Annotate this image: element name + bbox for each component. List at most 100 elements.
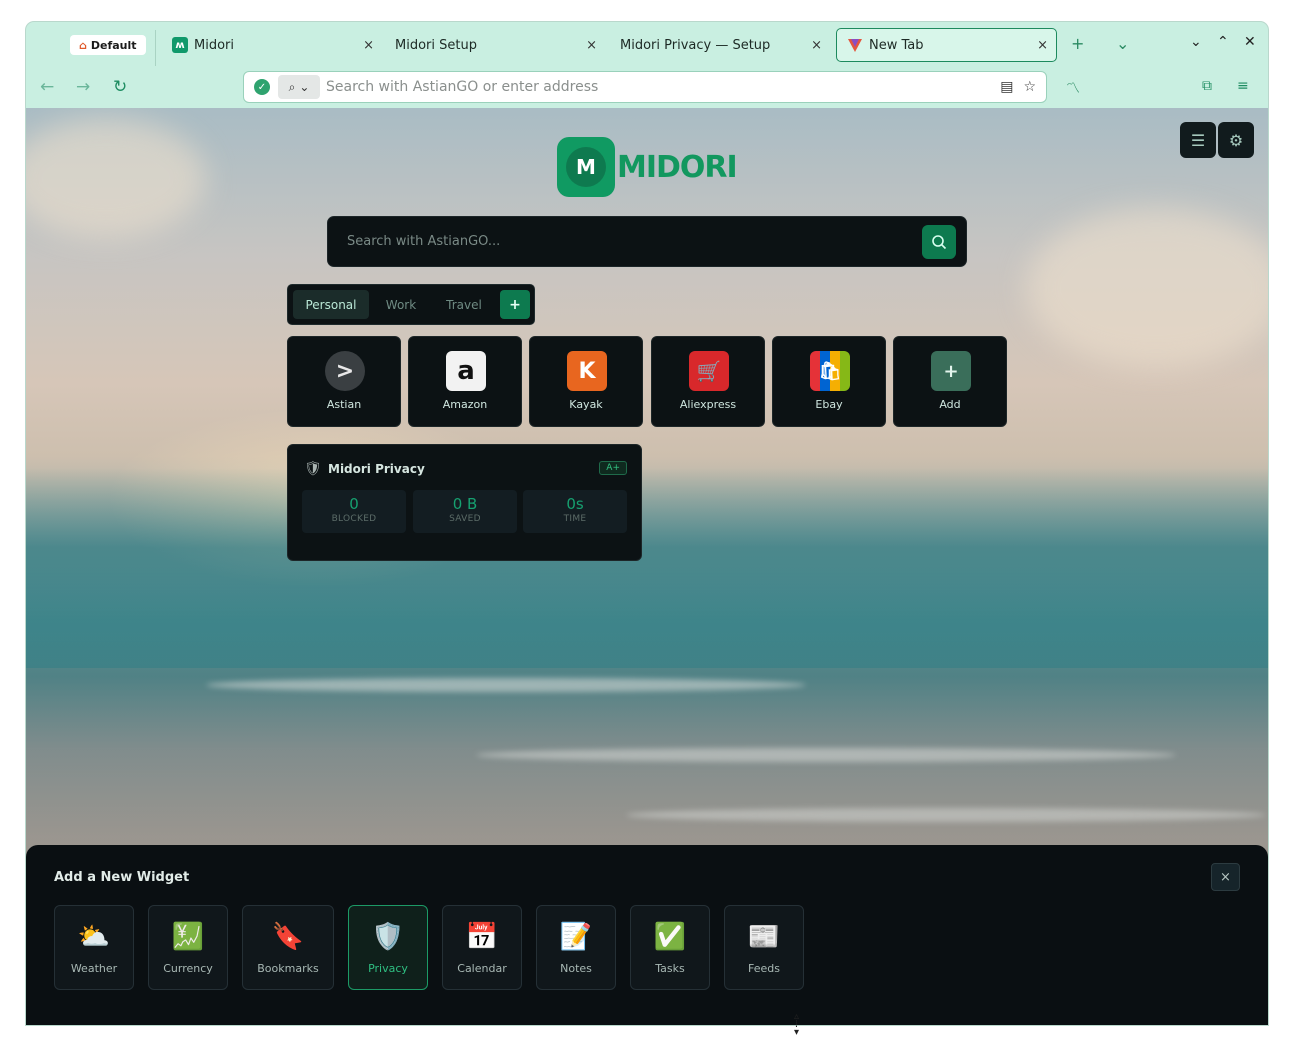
currency-icon: 💹 xyxy=(171,922,205,952)
group-tab-travel[interactable]: Travel xyxy=(434,290,494,319)
speed-dial-tile-aliexpress[interactable]: 🛒 Aliexpress xyxy=(651,336,765,427)
page-search-input[interactable]: Search with AstianGO... xyxy=(347,234,500,249)
add-group-button[interactable]: + xyxy=(500,290,530,319)
tile-label: Add xyxy=(939,398,961,411)
widget-option-currency[interactable]: 💹 Currency xyxy=(148,905,228,990)
background-cloud xyxy=(1026,208,1268,368)
search-icon: ⌕ xyxy=(288,79,296,94)
navigation-bar: ← → ↻ ✓ ⌕ ⌄ Search with AstianGO or ente… xyxy=(26,68,1268,108)
tab-bar: ⌂ Default ʍ Midori × Midori Setup × Mido… xyxy=(26,22,1268,68)
bookmark-star-icon[interactable]: ☆ xyxy=(1023,79,1036,95)
ebay-icon: 🛍 xyxy=(810,351,850,391)
tab-title: Midori xyxy=(194,37,234,53)
group-tab-work[interactable]: Work xyxy=(374,290,428,319)
widget-option-tasks[interactable]: ✅ Tasks xyxy=(630,905,710,990)
stat-label: BLOCKED xyxy=(331,514,377,524)
tab-midori[interactable]: ʍ Midori × xyxy=(162,28,382,62)
background-cloud xyxy=(26,118,206,238)
page-search-box[interactable]: Search with AstianGO... xyxy=(327,216,967,267)
close-panel-button[interactable]: × xyxy=(1211,863,1240,891)
plus-icon: + xyxy=(931,351,971,391)
list-all-tabs-icon[interactable]: ⌄ xyxy=(1116,34,1129,53)
tracking-protection-icon[interactable]: ✓ xyxy=(254,79,270,95)
privacy-widget: 🛡 Midori Privacy A+ 0 BLOCKED 0 B SAVED … xyxy=(287,444,642,561)
back-icon[interactable]: ← xyxy=(40,77,54,97)
speed-dial-groups: Personal Work Travel + xyxy=(287,284,535,325)
tab-title: Midori Privacy — Setup xyxy=(620,37,771,53)
speed-dial-tile-amazon[interactable]: a Amazon xyxy=(408,336,522,427)
reload-icon[interactable]: ↻ xyxy=(113,77,127,97)
widget-label: Bookmarks xyxy=(257,962,319,975)
logo-text: MIDORI xyxy=(617,149,738,185)
close-window-icon[interactable]: ✕ xyxy=(1244,34,1256,50)
widget-option-notes[interactable]: 📝 Notes xyxy=(536,905,616,990)
extension-icon[interactable]: 〽 xyxy=(1066,78,1080,98)
container-label: Default xyxy=(90,38,137,52)
chevron-down-icon: ⌄ xyxy=(299,80,310,94)
address-bar[interactable]: ✓ ⌕ ⌄ Search with AstianGO or enter addr… xyxy=(243,71,1047,103)
calendar-icon: 📅 xyxy=(465,922,499,952)
speed-dial-tile-add[interactable]: + Add xyxy=(893,336,1007,427)
widget-label: Currency xyxy=(163,962,213,975)
widget-option-calendar[interactable]: 📅 Calendar xyxy=(442,905,522,990)
speed-dial-tile-astian[interactable]: > Astian xyxy=(287,336,401,427)
stat-value: 0 B xyxy=(452,495,478,513)
widget-option-weather[interactable]: ⛅ Weather xyxy=(54,905,134,990)
stat-time: 0s TIME xyxy=(523,490,627,533)
stat-label: TIME xyxy=(563,514,587,524)
widget-label: Calendar xyxy=(457,962,507,975)
widget-label: Privacy xyxy=(368,962,408,975)
new-tab-button[interactable]: + xyxy=(1071,34,1084,53)
tab-close-icon[interactable]: × xyxy=(811,38,822,53)
tab-close-icon[interactable]: × xyxy=(1037,38,1048,53)
notes-icon: 📝 xyxy=(559,922,593,952)
settings-gear-icon[interactable]: ⚙ xyxy=(1218,122,1254,158)
weather-icon: ⛅ xyxy=(77,922,111,952)
stat-value: 0 xyxy=(349,495,359,513)
widget-option-privacy[interactable]: 🛡️ Privacy xyxy=(348,905,428,990)
bookmark-icon: 🔖 xyxy=(271,922,305,952)
reader-view-icon[interactable]: ▤ xyxy=(1000,79,1013,95)
widget-option-feeds[interactable]: 📰 Feeds xyxy=(724,905,804,990)
customize-sliders-icon[interactable]: ☰ xyxy=(1180,122,1216,158)
midori-favicon-icon: ʍ xyxy=(172,37,188,53)
address-input[interactable]: Search with AstianGO or enter address xyxy=(326,79,1000,95)
tab-close-icon[interactable]: × xyxy=(586,38,597,53)
search-engine-selector[interactable]: ⌕ ⌄ xyxy=(278,75,320,99)
background-sea xyxy=(26,468,1268,668)
tab-new-tab[interactable]: New Tab × xyxy=(836,28,1057,62)
tab-close-icon[interactable]: × xyxy=(363,38,374,53)
stat-label: SAVED xyxy=(449,514,481,524)
tab-title: New Tab xyxy=(869,37,924,53)
vivaldi-favicon-icon xyxy=(847,37,863,53)
astian-icon: > xyxy=(325,351,365,391)
home-icon: ⌂ xyxy=(79,38,87,52)
search-submit-button[interactable] xyxy=(922,225,956,259)
shield-icon: 🛡 xyxy=(304,461,322,477)
midori-logo-mark: M xyxy=(557,137,615,197)
speed-dial-tile-ebay[interactable]: 🛍 Ebay xyxy=(772,336,886,427)
menu-icon[interactable]: ≡ xyxy=(1237,78,1249,94)
new-tab-page: ☰ ⚙ M MIDORI Search with AstianGO... Per… xyxy=(26,108,1268,1025)
container-badge[interactable]: ⌂ Default xyxy=(70,35,146,55)
speed-dial-tile-kayak[interactable]: K Kayak xyxy=(529,336,643,427)
add-widget-panel: Add a New Widget × ⛅ Weather 💹 Currency … xyxy=(26,845,1268,1025)
privacy-grade-badge: A+ xyxy=(599,461,627,475)
minimize-icon[interactable]: ⌄ xyxy=(1190,34,1202,50)
tab-midori-privacy-setup[interactable]: Midori Privacy — Setup × xyxy=(610,28,830,62)
browser-window: ⌂ Default ʍ Midori × Midori Setup × Mido… xyxy=(26,22,1268,1025)
group-tab-personal[interactable]: Personal xyxy=(293,290,369,319)
tile-label: Amazon xyxy=(442,398,488,411)
newspaper-icon: 📰 xyxy=(747,922,781,952)
widget-option-bookmarks[interactable]: 🔖 Bookmarks xyxy=(242,905,334,990)
widget-panel-title: Add a New Widget xyxy=(54,870,190,885)
extensions-puzzle-icon[interactable]: ⧉ xyxy=(1202,78,1212,94)
forward-icon[interactable]: → xyxy=(76,77,90,97)
maximize-icon[interactable]: ⌃ xyxy=(1217,34,1229,50)
aliexpress-icon: 🛒 xyxy=(689,351,729,391)
tile-label: Aliexpress xyxy=(679,398,737,411)
widget-label: Weather xyxy=(70,962,118,975)
tab-midori-setup[interactable]: Midori Setup × xyxy=(385,28,605,62)
stat-value: 0s xyxy=(566,495,584,513)
amazon-icon: a xyxy=(446,351,486,391)
